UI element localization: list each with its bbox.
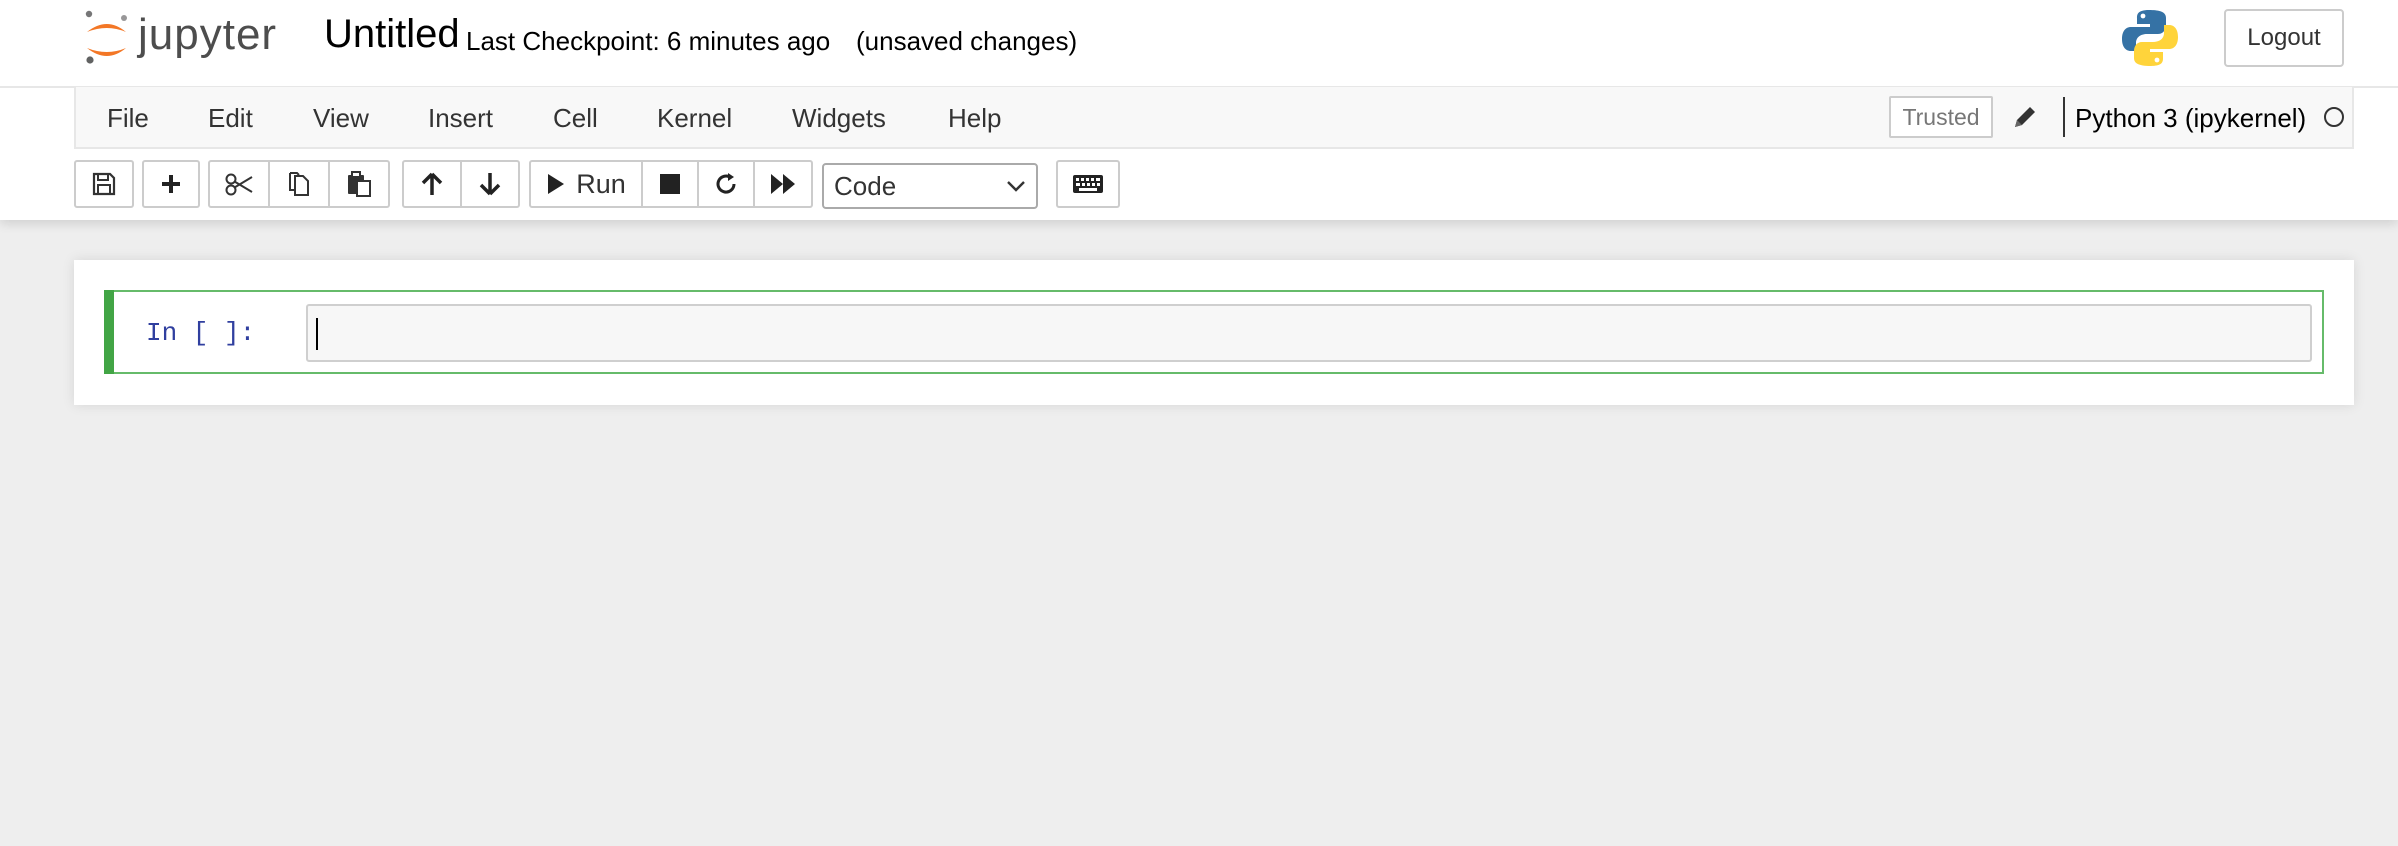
cell-selected-bar <box>104 290 114 374</box>
restart-icon <box>716 173 736 194</box>
header: jupyter Untitled Last Checkpoint: 6 minu… <box>0 0 2398 220</box>
restart-run-all-button[interactable] <box>753 160 813 208</box>
trusted-indicator[interactable]: Trusted <box>1889 96 1993 138</box>
menu-view[interactable]: View <box>313 103 369 134</box>
pencil-icon[interactable] <box>2011 103 2039 131</box>
menu-widgets[interactable]: Widgets <box>792 103 886 134</box>
kernel-name[interactable]: Python 3 (ipykernel) <box>2075 103 2306 134</box>
run-label: Run <box>576 168 626 199</box>
move-down-button[interactable] <box>460 160 520 208</box>
arrow-up-icon <box>421 172 443 195</box>
arrow-down-icon <box>479 173 501 196</box>
last-checkpoint: Last Checkpoint: 6 minutes ago <box>466 26 831 56</box>
cut-button[interactable] <box>208 160 270 208</box>
jupyter-logo-icon <box>85 10 127 64</box>
menubar: File Edit View Insert Cell Kernel Widget… <box>74 87 2354 149</box>
interrupt-button[interactable] <box>641 160 699 208</box>
menu-file[interactable]: File <box>107 103 149 134</box>
insert-cell-button[interactable] <box>142 160 200 208</box>
fast-forward-icon <box>771 174 795 194</box>
play-icon <box>548 174 565 194</box>
run-button[interactable]: Run <box>529 160 643 208</box>
kernel-separator <box>2063 97 2065 137</box>
notebook-title[interactable]: Untitled <box>324 12 460 57</box>
scissors-icon <box>225 173 253 196</box>
logout-button[interactable]: Logout <box>2224 9 2344 67</box>
paste-button[interactable] <box>328 160 390 208</box>
cell-type-value: Code <box>834 171 897 201</box>
code-cell[interactable]: In [ ]: <box>104 290 2324 374</box>
paste-icon <box>348 171 371 197</box>
jupyter-logo-text: jupyter <box>138 10 278 59</box>
notebook-container: In [ ]: <box>74 260 2354 405</box>
restart-button[interactable] <box>697 160 755 208</box>
menu-edit[interactable]: Edit <box>208 103 253 134</box>
copy-button[interactable] <box>268 160 330 208</box>
menu-cell[interactable]: Cell <box>553 103 598 134</box>
command-palette-button[interactable] <box>1056 160 1120 208</box>
save-icon <box>92 172 116 196</box>
save-status: (unsaved changes) <box>856 26 1078 56</box>
menu-help[interactable]: Help <box>948 103 1001 134</box>
kernel-status-icon <box>2324 107 2344 127</box>
keyboard-icon <box>1073 175 1103 193</box>
header-top: jupyter Untitled Last Checkpoint: 6 minu… <box>0 0 2398 88</box>
save-button[interactable] <box>74 160 134 208</box>
toolbar: Run Code <box>74 160 2354 212</box>
cell-type-select[interactable]: Code <box>822 163 1038 209</box>
text-cursor <box>316 318 318 350</box>
cell-prompt: In [ ]: <box>146 318 256 348</box>
plus-icon <box>162 175 180 193</box>
code-input[interactable] <box>306 304 2312 362</box>
chevron-down-icon <box>1007 181 1025 192</box>
move-up-button[interactable] <box>402 160 462 208</box>
copy-icon <box>289 172 309 196</box>
stop-icon <box>660 174 680 194</box>
jupyter-logo[interactable]: jupyter <box>82 8 294 68</box>
menu-insert[interactable]: Insert <box>428 103 493 134</box>
menu-kernel[interactable]: Kernel <box>657 103 732 134</box>
python-logo-icon <box>2122 10 2178 66</box>
